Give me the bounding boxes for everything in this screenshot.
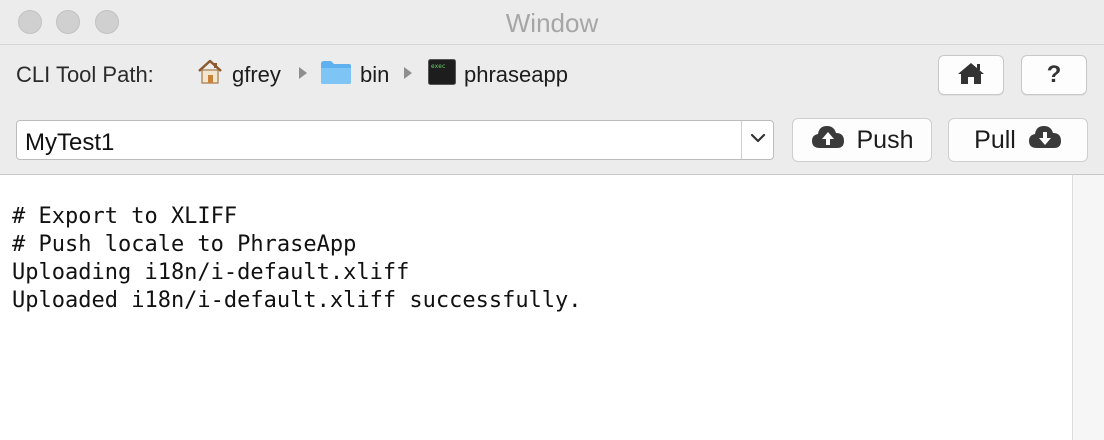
console-scrollbar[interactable] xyxy=(1072,174,1104,440)
push-button-label: Push xyxy=(856,125,914,154)
pull-button[interactable]: Pull xyxy=(948,118,1088,162)
cloud-upload-icon xyxy=(811,124,845,157)
push-button[interactable]: Push xyxy=(792,118,932,162)
breadcrumb-label: gfrey xyxy=(232,62,281,87)
console-line: # Push locale to PhraseApp xyxy=(12,232,357,257)
project-combo-box[interactable]: MyTest1 xyxy=(16,120,774,160)
console-line: Uploading i18n/i-default.xliff xyxy=(12,260,410,285)
breadcrumb-separator-icon xyxy=(299,67,307,79)
combo-dropdown-button[interactable] xyxy=(742,121,773,159)
window-title: Window xyxy=(505,8,599,38)
breadcrumb-label: bin xyxy=(360,62,390,87)
breadcrumb-item-phraseapp[interactable]: exec phraseapp xyxy=(428,59,568,91)
project-combo-value[interactable]: MyTest1 xyxy=(25,129,114,157)
home-button[interactable] xyxy=(938,55,1004,95)
breadcrumb-item-bin[interactable]: bin xyxy=(320,59,389,91)
breadcrumb-separator-icon xyxy=(404,67,412,79)
terminal-executable-icon: exec xyxy=(428,59,456,91)
console-line: Uploaded i18n/i-default.xliff successful… xyxy=(12,288,582,313)
breadcrumb-item-gfrey[interactable]: gfrey xyxy=(196,59,281,91)
pull-button-label: Pull xyxy=(974,125,1016,154)
help-button-label: ? xyxy=(1046,61,1062,88)
help-button[interactable]: ? xyxy=(1021,55,1087,95)
chevron-down-icon xyxy=(750,131,766,149)
breadcrumb-label: phraseapp xyxy=(464,62,568,87)
svg-text:exec: exec xyxy=(431,63,446,70)
home-icon xyxy=(957,61,985,90)
cloud-download-icon xyxy=(1028,124,1062,157)
folder-icon xyxy=(320,59,352,91)
home-folder-icon xyxy=(196,58,224,92)
cli-tool-path-row: CLI Tool Path: gfrey bin exec phraseapp … xyxy=(0,45,1104,105)
title-bar: Window xyxy=(0,0,1104,45)
cli-tool-path-label: CLI Tool Path: xyxy=(16,62,154,87)
console-output[interactable]: # Export to XLIFF # Push locale to Phras… xyxy=(0,174,1072,440)
console-line: # Export to XLIFF xyxy=(12,204,238,229)
